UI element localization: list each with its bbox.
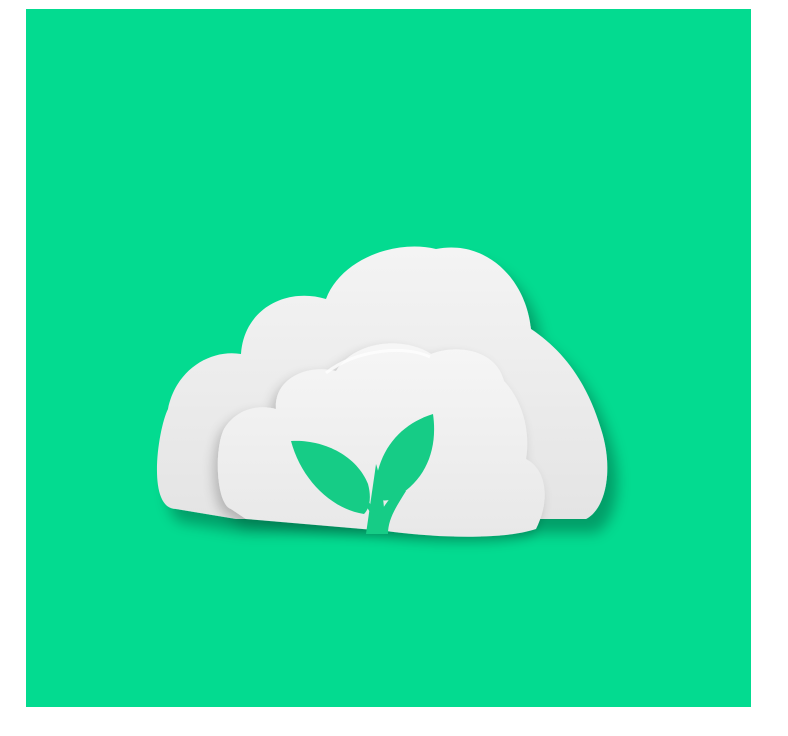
cloud-with-sprout-icon — [26, 9, 751, 707]
green-background-panel — [26, 9, 751, 707]
image-canvas — [0, 0, 788, 736]
